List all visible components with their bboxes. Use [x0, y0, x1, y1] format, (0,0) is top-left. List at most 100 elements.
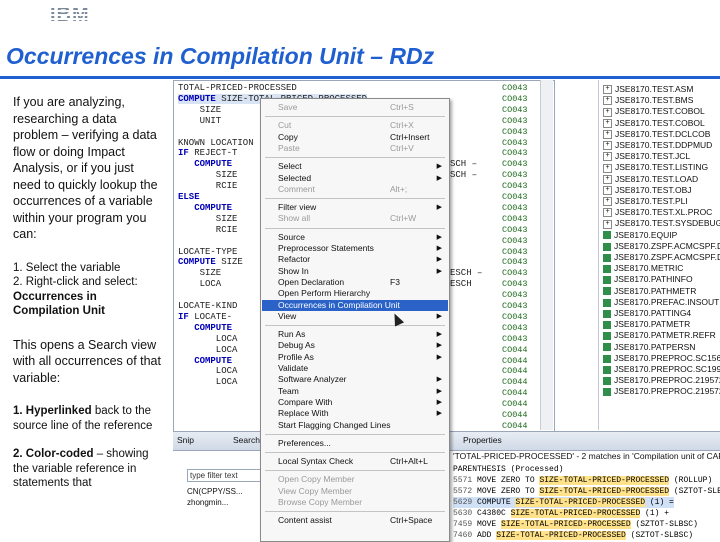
code-line[interactable]: ELSE [178, 192, 200, 202]
menu-item[interactable]: Open Perform Hierarchy [262, 288, 448, 299]
tree-item[interactable]: JSE8170.METRIC [603, 263, 683, 274]
tree-item[interactable]: JSE8170.PREPROC.219572 [603, 375, 720, 386]
tree-item[interactable]: JSE8170.PATHMETR [603, 286, 696, 297]
filter-input[interactable]: type filter text [187, 469, 261, 482]
tree-item[interactable]: JSE8170.PATHINFO [603, 274, 693, 285]
code-line[interactable]: RCIE [178, 181, 238, 191]
tree-item[interactable]: + JSE8170.TEST.COBOL [603, 118, 705, 129]
tree-item[interactable]: + JSE8170.TEST.DCLCOB [603, 129, 710, 140]
search-result-row[interactable]: 7460 ADD SIZE-TOTAL-PRICED-PROCESSED (SZ… [453, 530, 693, 541]
sequence-number: CO043 [502, 235, 528, 246]
menu-item[interactable]: Debug As ▶ [262, 340, 448, 351]
menu-item[interactable]: Selected ▶ [262, 173, 448, 184]
search-result-row[interactable]: 5572 MOVE ZERO TO SIZE-TOTAL-PRICED-PROC… [453, 486, 720, 497]
menu-item[interactable]: Open Declaration F3 [262, 277, 448, 288]
tree-item[interactable]: + JSE8170.TEST.ASM [603, 84, 693, 95]
menu-item[interactable]: Compare With ▶ [262, 397, 448, 408]
code-line[interactable]: LOCA [178, 334, 238, 344]
code-line[interactable]: COMPUTE [178, 159, 237, 169]
tree-item[interactable]: + JSE8170.TEST.LISTING [603, 162, 708, 173]
tab-snip[interactable]: Snip [177, 435, 194, 445]
code-line[interactable]: IF REJECT-T [178, 148, 237, 158]
tree-item[interactable]: JSE8170.EQUIP [603, 230, 677, 241]
tree-item-label: JSE8170.TEST.COBOL [615, 117, 705, 128]
menu-item[interactable]: Source ▶ [262, 232, 448, 243]
menu-item[interactable]: Team ▶ [262, 386, 448, 397]
tree-item[interactable]: + JSE8170.TEST.JCL [603, 151, 690, 162]
tree-item-label: JSE8170.TEST.JCL [615, 151, 691, 162]
tree-item[interactable]: + JSE8170.TEST.OBJ [603, 185, 692, 196]
editor-scrollbar[interactable] [540, 80, 553, 430]
outline-item[interactable]: zhongmin... [187, 497, 243, 508]
menu-item[interactable]: Select ▶ [262, 161, 448, 172]
menu-item[interactable]: Replace With ▶ [262, 408, 448, 419]
menu-item[interactable]: Refactor ▶ [262, 254, 448, 265]
menu-item[interactable]: Profile As ▶ [262, 352, 448, 363]
tab-properties[interactable]: Properties [463, 435, 502, 445]
remote-systems-tree[interactable]: + JSE8170.TEST.ASM + JSE8170.TEST.BMS + JSE81… [598, 80, 720, 430]
tree-item[interactable]: JSE8170.PREPROC.SC1999 [603, 364, 720, 375]
menu-item[interactable]: Local Syntax Check Ctrl+Alt+L [262, 456, 448, 467]
search-result-row[interactable]: PARENTHESIS (Processed) [453, 464, 563, 475]
menu-item[interactable]: Show In ▶ [262, 266, 448, 277]
tab-search[interactable]: Search [233, 435, 260, 445]
menu-item[interactable]: Preferences... [262, 438, 448, 449]
tree-item[interactable]: + JSE8170.TEST.DDPMUD [603, 140, 712, 151]
search-result-row[interactable]: 5629 COMPUTE SIZE-TOTAL-PRICED-PROCESSED… [453, 497, 674, 508]
code-line[interactable]: UNIT [178, 116, 222, 126]
code-line[interactable]: LOCATE-TYPE [178, 247, 237, 257]
code-line[interactable]: KNOWN LOCATION [178, 138, 254, 148]
code-line[interactable]: SIZE [178, 214, 238, 224]
tree-item[interactable]: JSE8170.ZSPF.ACMCSPF.DS [603, 241, 720, 252]
menu-item[interactable]: Filter view ▶ [262, 202, 448, 213]
tree-item[interactable]: + JSE8170.TEST.LOAD [603, 174, 698, 185]
tree-item[interactable]: JSE8170.PREPROC.219572 [603, 386, 720, 397]
code-line[interactable]: COMPUTE [178, 323, 237, 333]
page-title: Occurrences in Compilation Unit – RDz [6, 43, 435, 69]
result-line-number: 7460 [453, 531, 478, 540]
code-line[interactable]: LOCA [178, 279, 222, 289]
point-2-bold: 2. Color-coded [13, 448, 94, 460]
search-result-row[interactable]: 5630 C4380C SIZE-TOTAL-PRICED-PROCESSED … [453, 508, 669, 519]
tree-item[interactable]: + JSE8170.TEST.SYSDEBUG [603, 218, 720, 229]
menu-item[interactable]: Validate [262, 363, 448, 374]
tree-item[interactable]: JSE8170.PATMETR [603, 319, 690, 330]
sequence-number: CO044 [502, 366, 528, 377]
code-line[interactable]: LOCA [178, 345, 238, 355]
tree-item[interactable]: + JSE8170.TEST.COBOL [603, 106, 705, 117]
tree-item[interactable]: JSE8170.PATTING4 [603, 308, 691, 319]
outline-item[interactable]: CN(CPPY/SS... [187, 486, 243, 497]
menu-item[interactable]: Copy Ctrl+Insert [262, 132, 448, 143]
code-line[interactable]: COMPUTE SIZE [178, 257, 243, 267]
menu-item[interactable]: Start Flagging Changed Lines [262, 420, 448, 431]
tree-item[interactable]: JSE8170.ZSPF.ACMCSPF.DS [603, 252, 720, 263]
menu-item[interactable]: Preprocessor Statements ▶ [262, 243, 448, 254]
code-line[interactable]: LOCATE-KIND [178, 301, 237, 311]
tree-item[interactable]: JSE8170.PREPROC.SC1567 [603, 353, 720, 364]
menu-item[interactable]: Content assist Ctrl+Space [262, 515, 448, 526]
menu-item[interactable]: Run As ▶ [262, 329, 448, 340]
menu-item: Cut Ctrl+X [262, 120, 448, 131]
code-line[interactable]: COMPUTE [178, 356, 237, 366]
code-line[interactable]: COMPUTE [178, 203, 237, 213]
search-result-row[interactable]: 7459 MOVE SIZE-TOTAL-PRICED-PROCESSED (S… [453, 519, 698, 530]
tree-item[interactable]: + JSE8170.TEST.PLI [603, 196, 688, 207]
tree-item[interactable]: + JSE8170.TEST.XL.PROC [603, 207, 712, 218]
tree-item[interactable]: JSE8170.PREFAC.INSOUTP [603, 297, 720, 308]
code-line[interactable]: TOTAL-PRICED-PROCESSED [178, 83, 297, 93]
menu-item[interactable]: Occurrences in Compilation Unit [262, 299, 448, 311]
code-line[interactable]: IF LOCATE- [178, 312, 232, 322]
code-line[interactable]: SIZE [178, 105, 222, 115]
code-line[interactable]: SIZE [178, 170, 238, 180]
search-result-row[interactable]: 5571 MOVE ZERO TO SIZE-TOTAL-PRICED-PROC… [453, 475, 712, 486]
tree-item[interactable]: JSE8170.PATMETR.REFR [603, 330, 716, 341]
tree-item-label: JSE8170.TEST.PLI [615, 196, 688, 206]
menu-item[interactable]: Software Analyzer ▶ [262, 374, 448, 385]
code-line[interactable]: RCIE [178, 225, 238, 235]
code-line[interactable]: SIZE [178, 268, 222, 278]
menu-item[interactable]: View ▶ [262, 311, 448, 322]
code-line[interactable]: LOCA [178, 366, 238, 376]
tree-item[interactable]: + JSE8170.TEST.BMS [603, 95, 693, 106]
code-line[interactable]: LOCA [178, 377, 238, 387]
tree-item[interactable]: JSE8170.PATPERSN [603, 342, 695, 353]
